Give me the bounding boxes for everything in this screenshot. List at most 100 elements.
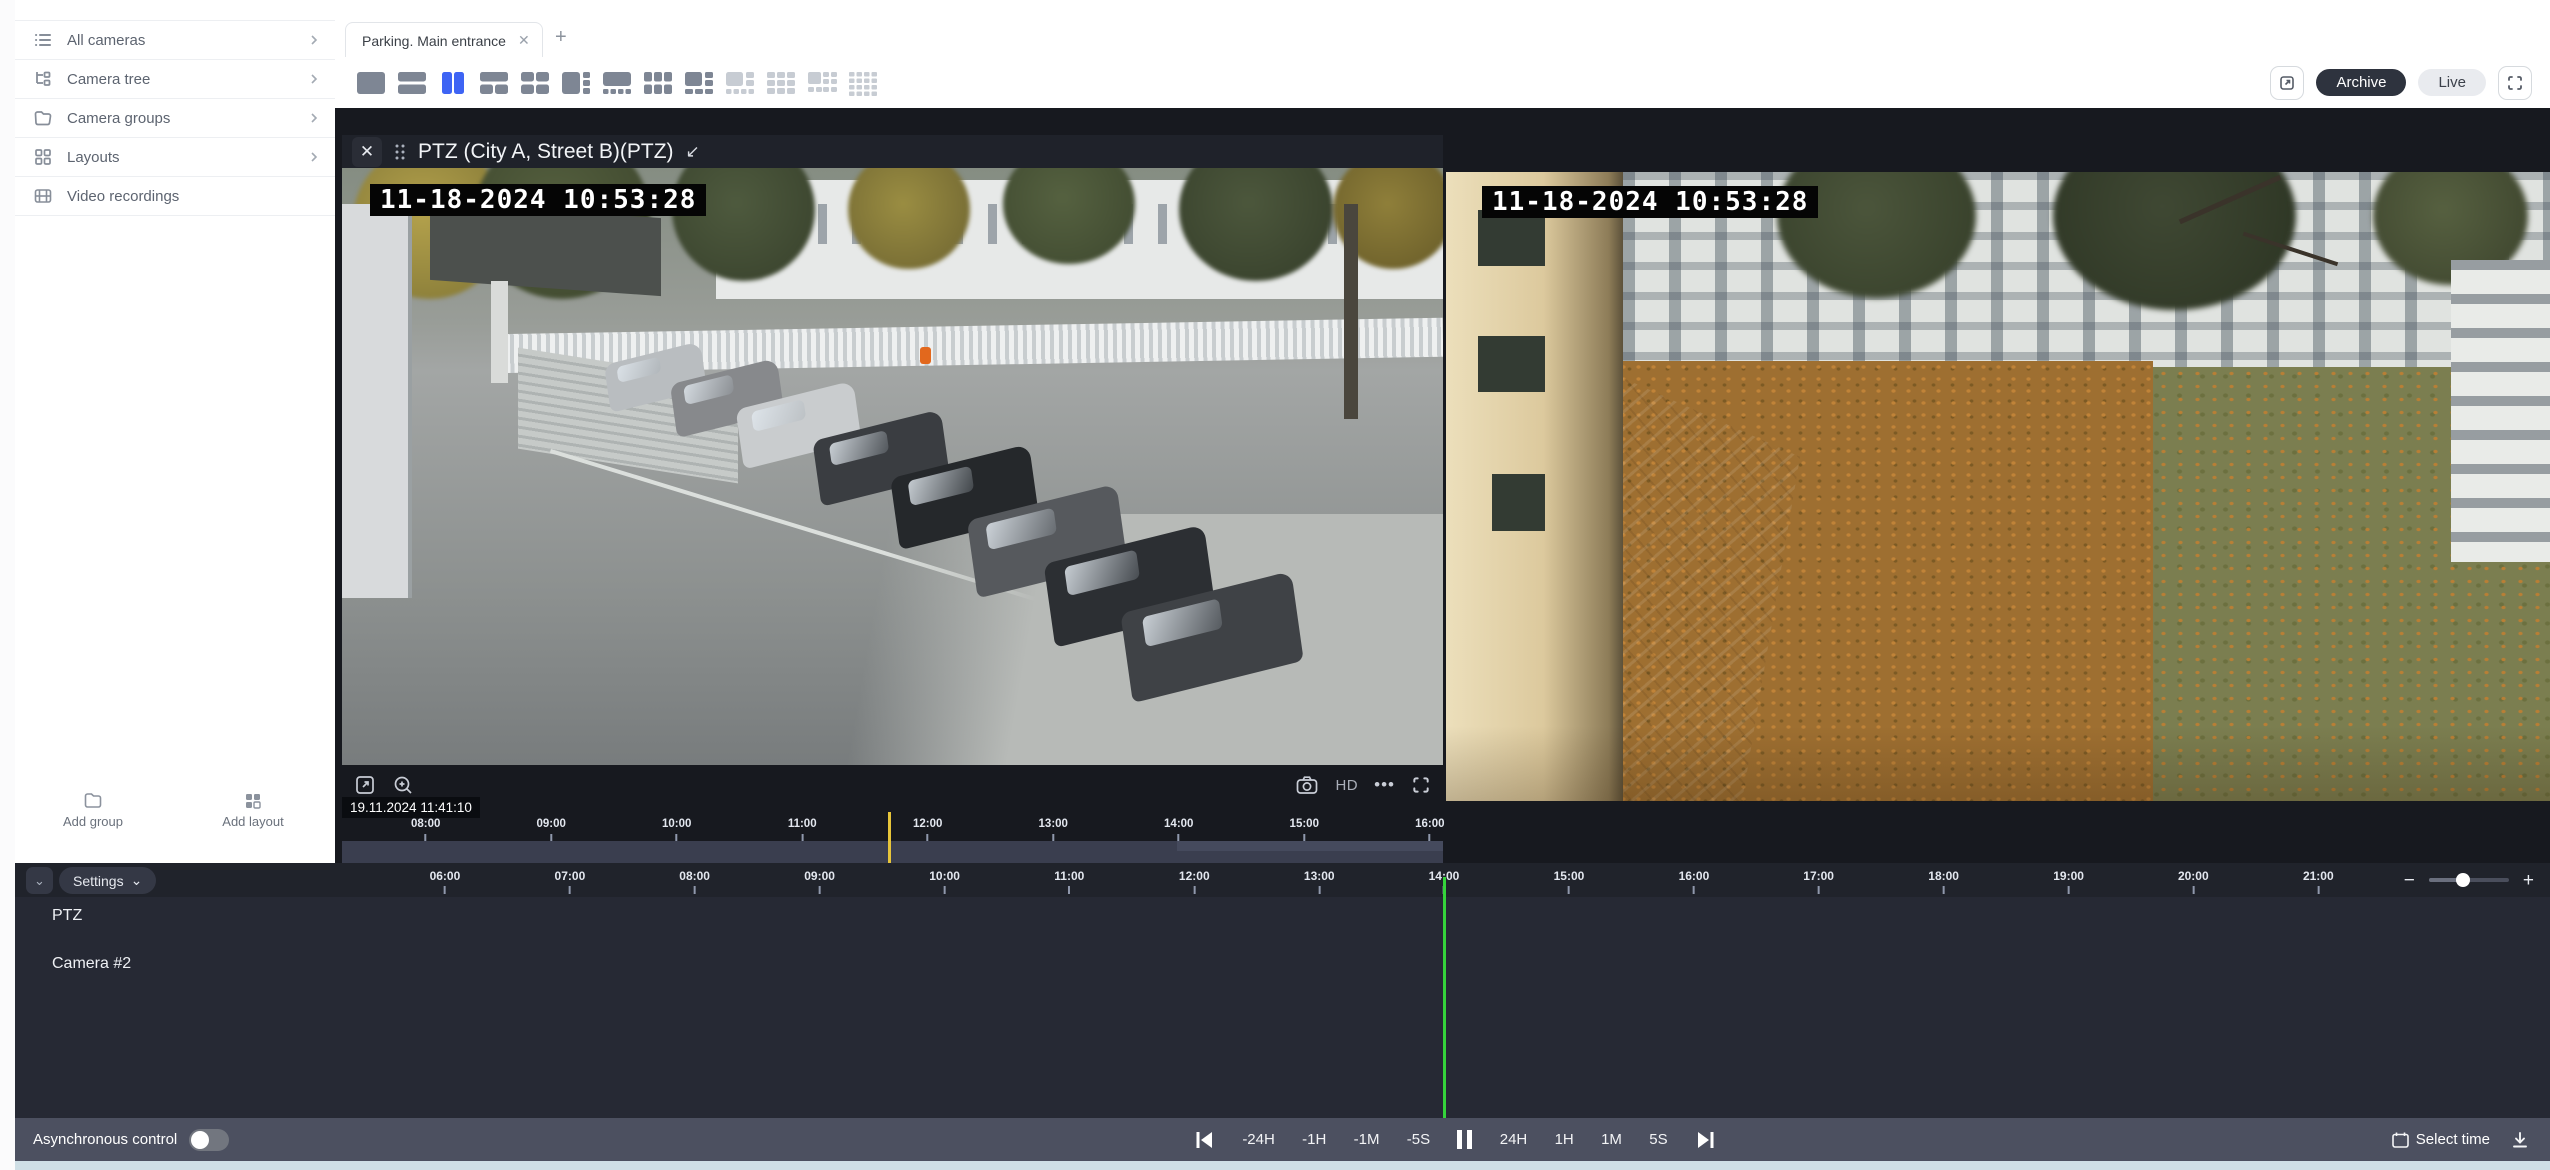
mini-timeline-tick: 09:00 xyxy=(536,818,565,842)
close-camera-icon[interactable]: ✕ xyxy=(352,137,382,167)
video-cell-ptz[interactable]: ✕ PTZ (City A, Street B)(PTZ) ↙ xyxy=(342,108,1443,863)
drag-handle-icon[interactable] xyxy=(394,143,406,161)
layout-3x3-icon[interactable] xyxy=(765,70,797,96)
layout-1-plus-7-icon[interactable] xyxy=(724,70,756,96)
zoom-in-icon[interactable] xyxy=(392,774,414,796)
live-mode-button[interactable]: Live xyxy=(2418,69,2486,96)
timeline-zoom-controls: − + xyxy=(2404,863,2534,897)
timeline-playhead[interactable] xyxy=(1443,877,1446,1118)
tab-bar: Parking. Main entrance ✕ + xyxy=(335,14,2550,58)
chevron-down-icon: ⌄ xyxy=(131,872,143,889)
select-time-button[interactable]: Select time xyxy=(2391,1131,2490,1149)
zoom-out-button[interactable]: − xyxy=(2404,871,2415,890)
add-layout-button[interactable]: Add layout xyxy=(198,792,308,829)
expand-icon[interactable] xyxy=(1411,775,1431,795)
jump-back-5s-button[interactable]: -5S xyxy=(1407,1131,1430,1148)
timeline-tick: 20:00 xyxy=(2178,869,2209,894)
snapshot-icon[interactable] xyxy=(1295,774,1319,796)
layout-1-plus-8-icon[interactable] xyxy=(806,70,838,96)
layout-2-rows-icon[interactable] xyxy=(396,70,428,96)
tab-close-icon[interactable]: ✕ xyxy=(518,32,530,49)
sidebar-item-video-recordings[interactable]: Video recordings xyxy=(15,176,335,216)
mini-timeline-playhead[interactable] xyxy=(888,812,891,863)
new-tab-button[interactable]: + xyxy=(547,24,575,51)
tree-icon xyxy=(33,69,53,89)
jump-back-1h-button[interactable]: -1H xyxy=(1302,1131,1326,1148)
mini-timeline-scrubber[interactable] xyxy=(342,841,1443,863)
timeline-tick: 08:00 xyxy=(679,869,710,894)
chevron-right-icon xyxy=(307,111,321,125)
layout-2-cols-icon-selected[interactable] xyxy=(437,70,469,96)
layout-1-plus-2-icon[interactable] xyxy=(478,70,510,96)
add-group-button[interactable]: Add group xyxy=(38,792,148,829)
layout-3x2-icon[interactable] xyxy=(642,70,674,96)
layout-1-plus-3-icon[interactable] xyxy=(560,70,592,96)
player-controls: HD ••• xyxy=(342,765,1443,805)
camera-title: PTZ (City A, Street B)(PTZ) xyxy=(418,140,674,164)
layout-1-plus-5-icon[interactable] xyxy=(683,70,715,96)
sidebar-item-camera-tree[interactable]: Camera tree xyxy=(15,59,335,98)
add-layout-icon xyxy=(244,792,262,810)
timeline-tick: 13:00 xyxy=(1304,869,1335,894)
fullscreen-button[interactable] xyxy=(2498,66,2532,100)
jump-fwd-1m-button[interactable]: 1M xyxy=(1601,1131,1622,1148)
mini-timeline-tick: 10:00 xyxy=(662,818,691,842)
transport-bar: Asynchronous control -24H -1H -1M -5S 24… xyxy=(15,1118,2550,1161)
timeline-header: ⌄ Settings ⌄ 06:00 07:00 08:00 09:00 10:… xyxy=(15,863,2550,897)
skip-to-start-button[interactable] xyxy=(1193,1129,1215,1151)
zoom-slider-knob[interactable] xyxy=(2456,873,2470,887)
video-frame-ptz[interactable]: 11-18-2024 10:53:28 xyxy=(342,168,1443,765)
jump-fwd-5s-button[interactable]: 5S xyxy=(1649,1131,1667,1148)
camera-titlebar: ✕ PTZ (City A, Street B)(PTZ) ↙ xyxy=(342,135,1443,168)
sidebar-item-label: Camera groups xyxy=(67,110,293,127)
collapse-timeline-button[interactable]: ⌄ xyxy=(26,867,53,894)
layout-2x2-icon[interactable] xyxy=(519,70,551,96)
timeline-tick: 10:00 xyxy=(929,869,960,894)
more-options-icon[interactable]: ••• xyxy=(1374,775,1395,795)
timeline-tick: 06:00 xyxy=(430,869,461,894)
jump-back-1m-button[interactable]: -1M xyxy=(1354,1131,1380,1148)
async-control-toggle[interactable] xyxy=(189,1129,229,1151)
mini-timeline-future-segment xyxy=(1177,841,1443,851)
sidebar-item-label: All cameras xyxy=(67,32,293,49)
fullscreen-icon xyxy=(2506,74,2524,92)
bottom-accent-strip xyxy=(15,1161,2550,1170)
sidebar-item-camera-groups[interactable]: Camera groups xyxy=(15,98,335,137)
timeline-tick: 21:00 xyxy=(2303,869,2334,894)
timeline-settings-button[interactable]: Settings ⌄ xyxy=(59,867,156,894)
jump-fwd-24h-button[interactable]: 24H xyxy=(1500,1131,1528,1148)
vms-app-window: All cameras Camera tree Camera groups La… xyxy=(0,0,2550,1170)
video-frame-camera2[interactable]: 11-18-2024 10:53:28 xyxy=(1446,172,2550,801)
jump-fwd-1h-button[interactable]: 1H xyxy=(1555,1131,1574,1148)
zoom-in-button[interactable]: + xyxy=(2523,871,2534,890)
layout-toolbar: Archive Live xyxy=(335,57,2550,108)
picture-in-picture-icon[interactable] xyxy=(354,774,376,796)
layout-1-plus-4-icon[interactable] xyxy=(601,70,633,96)
osd-timestamp: 11-18-2024 10:53:28 xyxy=(1482,186,1818,218)
mini-timeline-tick: 11:00 xyxy=(788,818,817,842)
open-in-window-button[interactable] xyxy=(2270,66,2304,100)
timeline-tick: 09:00 xyxy=(804,869,835,894)
async-control-label: Asynchronous control xyxy=(33,1131,177,1148)
layout-picker xyxy=(355,70,879,96)
skip-to-end-button[interactable] xyxy=(1695,1129,1717,1151)
zoom-slider[interactable] xyxy=(2429,878,2509,882)
camera-list-icon xyxy=(33,30,53,50)
hd-quality-button[interactable]: HD xyxy=(1335,777,1358,794)
download-icon[interactable] xyxy=(2510,1130,2530,1150)
sidebar-item-layouts[interactable]: Layouts xyxy=(15,137,335,176)
mini-timeline-tick: 16:00 xyxy=(1415,818,1444,842)
tab-parking-main-entrance[interactable]: Parking. Main entrance ✕ xyxy=(345,22,543,58)
layout-4x4-icon[interactable] xyxy=(847,70,879,96)
ptz-arrow-icon[interactable]: ↙ xyxy=(686,142,700,162)
add-layout-label: Add layout xyxy=(198,814,308,829)
layout-1x1-icon[interactable] xyxy=(355,70,387,96)
sidebar-item-all-cameras[interactable]: All cameras xyxy=(15,20,335,59)
timeline-row-label-ptz: PTZ xyxy=(52,907,82,925)
archive-mode-button[interactable]: Archive xyxy=(2316,69,2406,96)
add-group-label: Add group xyxy=(38,814,148,829)
video-cell-camera2[interactable]: 11-18-2024 10:53:28 xyxy=(1446,108,2550,863)
jump-back-24h-button[interactable]: -24H xyxy=(1242,1131,1275,1148)
pause-button[interactable] xyxy=(1457,1130,1472,1149)
chevron-right-icon xyxy=(307,150,321,164)
